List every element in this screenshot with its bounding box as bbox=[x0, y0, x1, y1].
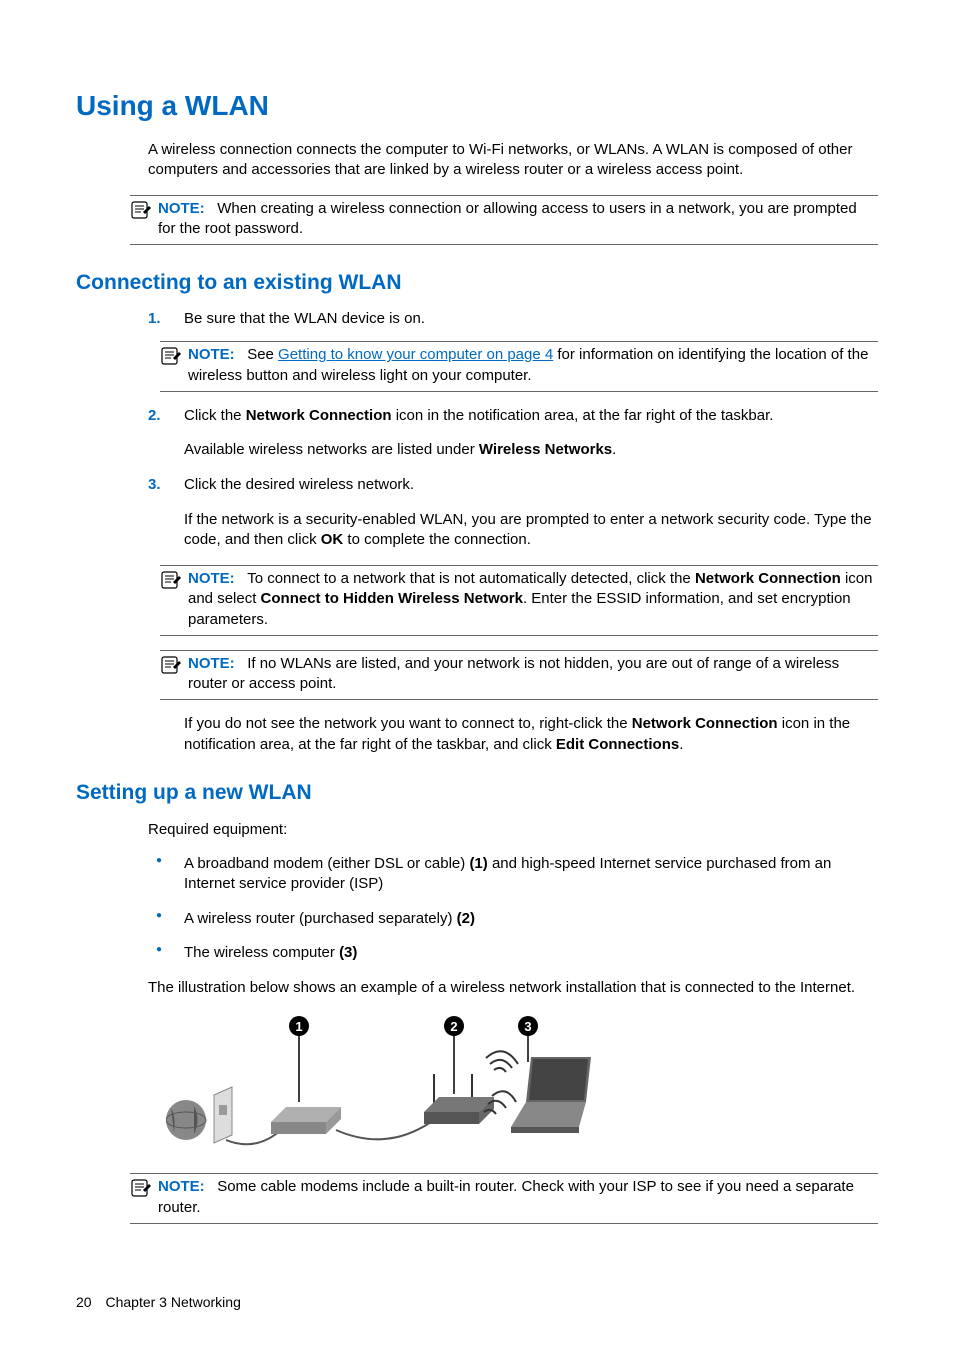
note-icon bbox=[130, 200, 152, 224]
step-text: Be sure that the WLAN device is on. bbox=[184, 310, 425, 327]
section-title-setup: Setting up a new WLAN bbox=[76, 781, 878, 805]
step-para: If the network is a security-enabled WLA… bbox=[184, 510, 878, 551]
step-text: Click the Network Connection icon in the… bbox=[184, 407, 773, 424]
step-number: 1. bbox=[148, 309, 161, 329]
note-box-hidden-network: NOTE: To connect to a network that is no… bbox=[160, 565, 878, 636]
note-icon bbox=[130, 1178, 152, 1202]
note-box-root-password: NOTE: When creating a wireless connectio… bbox=[130, 195, 878, 246]
link-getting-to-know[interactable]: Getting to know your computer on page 4 bbox=[278, 346, 553, 363]
step-3: 3. Click the desired wireless network. I… bbox=[148, 475, 878, 755]
page-number: 20 bbox=[76, 1294, 92, 1310]
note-icon bbox=[160, 346, 182, 372]
illustration-caption: The illustration below shows an example … bbox=[148, 978, 878, 998]
page-title: Using a WLAN bbox=[76, 90, 878, 122]
post-note-para: If you do not see the network you want t… bbox=[184, 714, 878, 755]
note-text: If no WLANs are listed, and your network… bbox=[188, 655, 839, 692]
page-footer: 20 Chapter 3 Networking bbox=[76, 1294, 878, 1310]
required-equipment-label: Required equipment: bbox=[148, 820, 878, 840]
note-label: NOTE: bbox=[188, 570, 235, 587]
svg-text:2: 2 bbox=[450, 1019, 457, 1034]
step-1: 1. Be sure that the WLAN device is on. N… bbox=[148, 309, 878, 392]
note-text-pre: See bbox=[247, 346, 278, 363]
note-text: When creating a wireless connection or a… bbox=[158, 200, 857, 237]
step-number: 2. bbox=[148, 406, 161, 426]
bullet-modem: A broadband modem (either DSL or cable) … bbox=[148, 854, 878, 895]
note-icon bbox=[160, 655, 182, 681]
note-icon bbox=[160, 570, 182, 596]
step-para: Available wireless networks are listed u… bbox=[184, 440, 878, 460]
svg-text:1: 1 bbox=[295, 1019, 302, 1034]
note-box-device-location: NOTE: See Getting to know your computer … bbox=[160, 341, 878, 392]
section-title-connecting: Connecting to an existing WLAN bbox=[76, 271, 878, 295]
step-2: 2. Click the Network Connection icon in … bbox=[148, 406, 878, 461]
intro-paragraph: A wireless connection connects the compu… bbox=[148, 140, 878, 181]
chapter-label: Chapter 3 Networking bbox=[105, 1294, 240, 1310]
network-illustration: 1 2 3 bbox=[166, 1012, 878, 1161]
step-text: Click the desired wireless network. bbox=[184, 476, 414, 493]
note-label: NOTE: bbox=[188, 655, 235, 672]
note-label: NOTE: bbox=[158, 1178, 205, 1195]
note-label: NOTE: bbox=[188, 346, 235, 363]
note-box-no-wlans: NOTE: If no WLANs are listed, and your n… bbox=[160, 650, 878, 701]
note-label: NOTE: bbox=[158, 200, 205, 217]
note-text: Some cable modems include a built-in rou… bbox=[158, 1178, 854, 1215]
step-number: 3. bbox=[148, 475, 161, 495]
bullet-computer: The wireless computer (3) bbox=[148, 943, 878, 963]
bullet-router: A wireless router (purchased separately)… bbox=[148, 909, 878, 929]
note-box-builtin-router: NOTE: Some cable modems include a built-… bbox=[130, 1173, 878, 1224]
svg-text:3: 3 bbox=[524, 1019, 531, 1034]
